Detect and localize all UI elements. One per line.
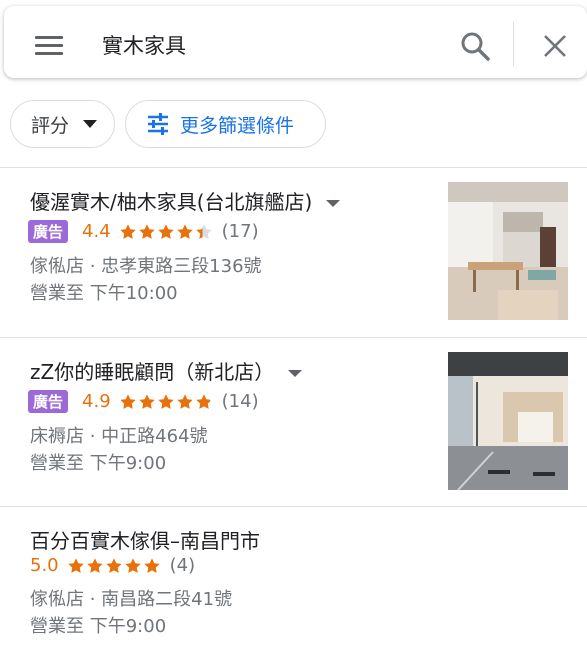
chevron-down-icon: [83, 120, 98, 128]
result-item[interactable]: 優渥實木/柚木家具(台北旗艦店) 廣告 4.4 (17) 傢俬店 · 忠孝東路三…: [0, 168, 587, 336]
star-icon: [158, 223, 174, 239]
star-icon: [196, 393, 212, 409]
search-box[interactable]: 實木家具: [4, 6, 587, 78]
star-rating: [67, 557, 162, 575]
star-icon: [177, 223, 193, 239]
rating-value: 4.9: [82, 391, 111, 412]
star-icon: [158, 393, 174, 409]
more-filters-label: 更多篩選條件: [180, 114, 295, 137]
star-icon: [196, 223, 212, 239]
star-icon: [120, 223, 136, 239]
review-count[interactable]: (14): [222, 391, 259, 412]
result-title-text: zZ你的睡眠顧問（新北店）: [30, 360, 275, 384]
star-icon: [120, 393, 136, 409]
rating-filter-chip[interactable]: 評分: [10, 100, 115, 148]
star-rating: [119, 393, 214, 411]
result-item[interactable]: zZ你的睡眠顧問（新北店） 廣告 4.9 (14) 床褥店 · 中正路464號 …: [0, 338, 587, 506]
result-photo[interactable]: [448, 182, 568, 320]
star-icon: [143, 557, 160, 573]
result-title-text: 優渥實木/柚木家具(台北旗艦店): [30, 190, 313, 214]
ad-badge: 廣告: [28, 390, 69, 413]
opening-hours: 營業至 下午9:00: [30, 616, 167, 637]
review-count[interactable]: (17): [222, 221, 259, 242]
rating-row: 5.0 (4): [28, 555, 195, 576]
opening-hours: 營業至 下午9:00: [30, 453, 167, 474]
tune-icon: [148, 113, 168, 135]
star-icon: [139, 223, 155, 239]
ad-badge: 廣告: [28, 220, 69, 243]
result-title[interactable]: zZ你的睡眠顧問（新北店）: [30, 356, 303, 385]
menu-icon[interactable]: [35, 36, 63, 56]
category-address: 傢俬店 · 忠孝東路三段136號: [30, 256, 262, 277]
caret-down-icon[interactable]: [288, 370, 303, 377]
search-divider: [513, 22, 514, 66]
rating-value: 4.4: [82, 221, 111, 242]
result-photo[interactable]: [448, 352, 568, 490]
star-icon: [67, 557, 84, 573]
result-title[interactable]: 優渥實木/柚木家具(台北旗艦店): [30, 186, 341, 215]
rating-row: 廣告 4.4 (17): [28, 220, 259, 243]
search-icon[interactable]: [459, 30, 491, 62]
star-icon: [124, 557, 141, 573]
category-address: 床褥店 · 中正路464號: [30, 426, 208, 447]
rating-row: 廣告 4.9 (14): [28, 390, 259, 413]
star-icon: [177, 393, 193, 409]
close-icon[interactable]: [541, 32, 569, 60]
result-item[interactable]: 百分百實木傢俱–南昌門市 5.0 (4) 傢俬店 · 南昌路二段41號 營業至 …: [0, 507, 587, 671]
star-icon: [139, 393, 155, 409]
opening-hours: 營業至 下午10:00: [30, 283, 178, 304]
search-input[interactable]: 實木家具: [102, 30, 186, 60]
result-title-text: 百分百實木傢俱–南昌門市: [30, 529, 260, 553]
star-icon: [105, 557, 122, 573]
category-address: 傢俬店 · 南昌路二段41號: [30, 589, 233, 610]
star-icon: [86, 557, 103, 573]
rating-value: 5.0: [30, 555, 59, 576]
rating-filter-label: 評分: [31, 114, 70, 137]
star-rating: [119, 223, 214, 241]
result-title[interactable]: 百分百實木傢俱–南昌門市: [30, 525, 260, 554]
caret-down-icon[interactable]: [326, 200, 341, 207]
review-count[interactable]: (4): [170, 555, 196, 576]
more-filters-chip[interactable]: 更多篩選條件: [125, 100, 326, 148]
